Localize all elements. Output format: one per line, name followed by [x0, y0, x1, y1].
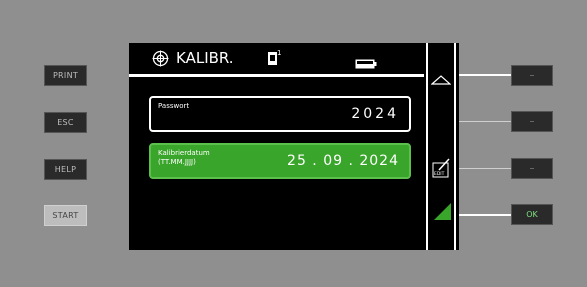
softkey-1[interactable] — [511, 65, 553, 86]
connector-2 — [459, 121, 511, 122]
svg-text:EDIT: EDIT — [434, 171, 445, 177]
ok-button[interactable]: OK — [511, 204, 553, 225]
header-divider — [129, 74, 424, 77]
svg-text:1: 1 — [277, 49, 281, 57]
softkey-2[interactable] — [511, 111, 553, 132]
triangle-up-icon[interactable] — [430, 70, 452, 89]
password-field[interactable]: Passwort 2024 — [149, 96, 411, 132]
softkey-indicator — [530, 75, 534, 76]
sensor-icon: 1 — [267, 49, 281, 70]
target-icon — [152, 50, 169, 71]
connector-3 — [459, 168, 511, 169]
help-button[interactable]: HELP — [44, 159, 87, 180]
softkey-divider-left — [426, 43, 428, 250]
softkey-indicator — [530, 168, 534, 169]
print-button[interactable]: PRINT — [44, 65, 87, 86]
start-button[interactable]: START — [44, 205, 87, 226]
password-value: 2024 — [351, 106, 399, 122]
esc-button[interactable]: ESC — [44, 112, 87, 133]
softkey-divider-right — [454, 43, 456, 250]
calibration-date-value: 25 . 09 . 2024 — [287, 153, 399, 169]
connector-4 — [459, 214, 511, 216]
calibration-date-field[interactable]: Kalibrierdatum (TT.MM.JJJJ) 25 . 09 . 20… — [149, 143, 411, 179]
battery-icon — [355, 54, 377, 73]
softkey-3[interactable] — [511, 158, 553, 179]
page-title: KALIBR. — [176, 49, 234, 67]
softkey-indicator — [530, 121, 534, 122]
connector-1 — [459, 74, 511, 76]
screen-header: KALIBR. 1 — [129, 43, 425, 75]
calibration-date-label: Kalibrierdatum (TT.MM.JJJJ) — [158, 149, 210, 166]
display-screen: KALIBR. 1 Passwort 2024 Kalibrierdatum (… — [129, 43, 459, 250]
edit-icon[interactable]: EDIT — [432, 157, 452, 183]
ramp-icon[interactable] — [434, 203, 451, 224]
password-label: Passwort — [158, 102, 190, 110]
